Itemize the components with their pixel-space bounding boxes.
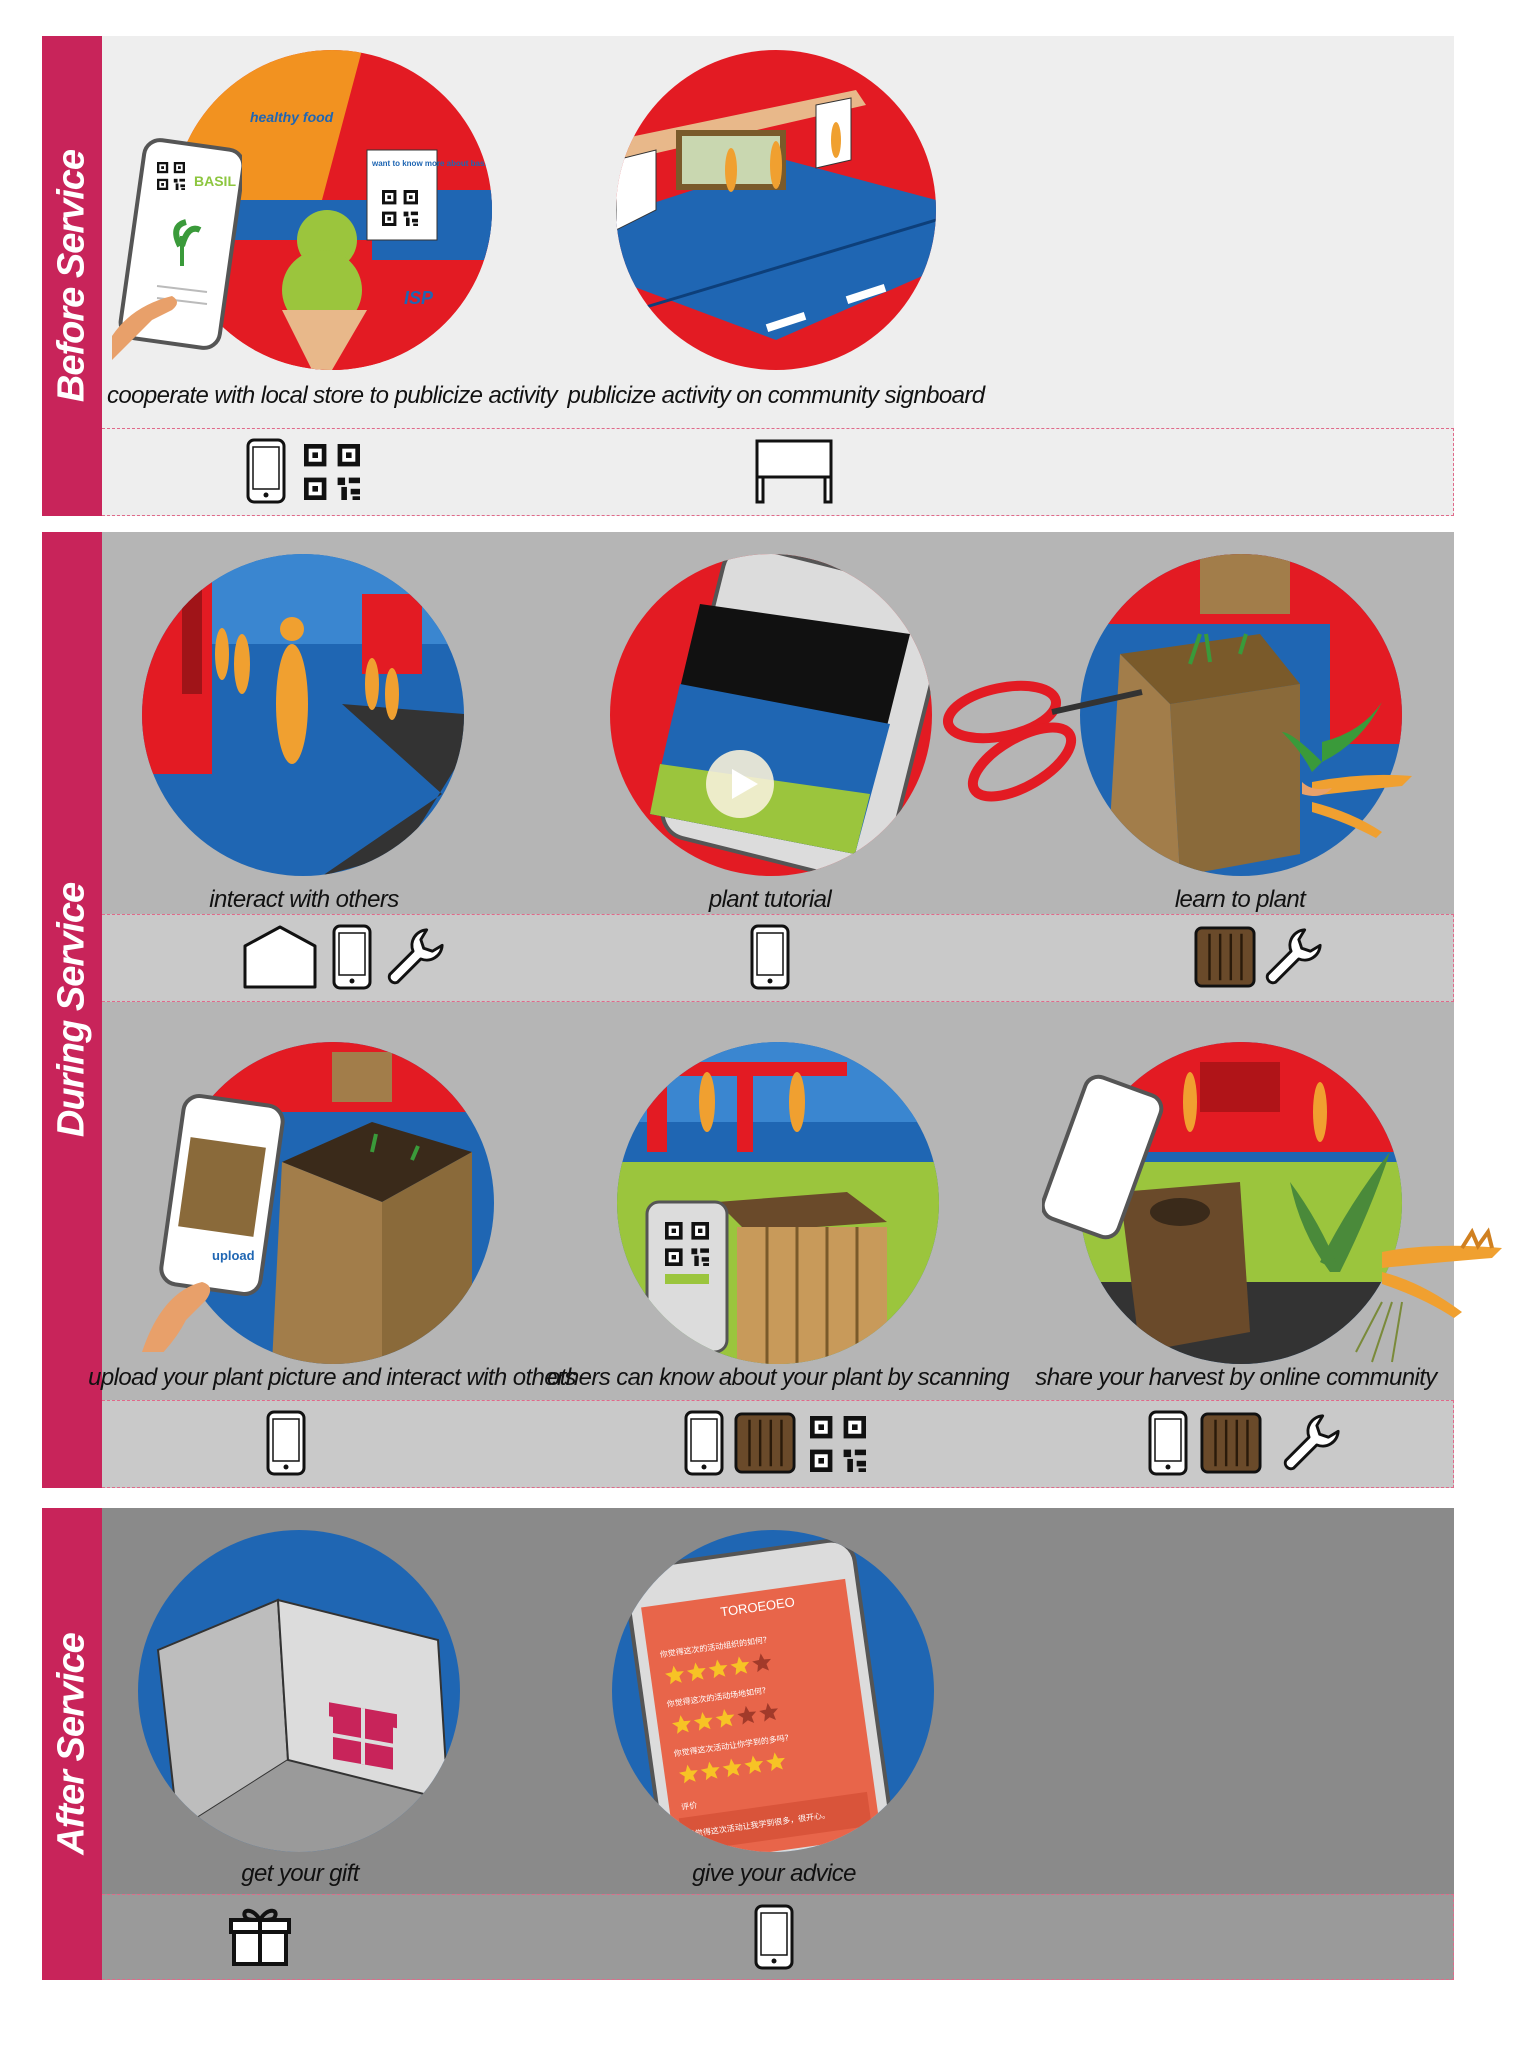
wrench-icon <box>384 926 446 988</box>
poster-text: want to know more about basil? <box>371 159 492 168</box>
during-service-section: During Service interact with others plan… <box>42 532 1502 1488</box>
wrench-icon <box>1262 926 1324 988</box>
scene-community-signboard <box>616 50 936 370</box>
scene-gift <box>138 1530 460 1852</box>
step-caption: publicize activity on community signboar… <box>567 382 986 409</box>
step-caption: upload your plant picture and interact w… <box>88 1364 576 1391</box>
step-caption: learn to plant <box>1174 886 1306 913</box>
stage-label: During Service <box>50 882 93 1138</box>
phone-label: BASIL <box>194 173 236 189</box>
planter-box-icon <box>734 1412 796 1474</box>
stage-bar: After Service <box>42 1508 102 1980</box>
before-service-section: Before Service healthy food want to know… <box>42 36 1454 516</box>
scene-plant-tutorial <box>610 554 932 876</box>
phone-upload-illustration: upload <box>142 1092 302 1352</box>
phone-icon <box>332 924 372 990</box>
planter-box-icon <box>1194 926 1256 988</box>
phone-and-carrots-illustration <box>1042 1072 1512 1372</box>
phone-icon <box>754 1904 794 1970</box>
step-caption: give your advice <box>692 1860 856 1887</box>
store-sign-text: ISP <box>404 288 434 308</box>
step-caption: interact with others <box>209 886 399 913</box>
upload-button-label: upload <box>212 1248 255 1263</box>
signboard-icon <box>754 438 834 504</box>
scene-advice-app: TOROEOEO 你觉得这次的活动组织的如何? 你觉得这次的活动场地如何? 你觉… <box>612 1530 934 1852</box>
phone-icon <box>1148 1410 1188 1476</box>
step-caption: get your gift <box>241 1860 359 1887</box>
after-service-section: After Service get your gift TOROEOEO 你觉得… <box>42 1508 1454 1980</box>
banner-text: healthy food <box>250 109 334 125</box>
phone-icon <box>750 924 790 990</box>
stage-bar: During Service <box>42 532 102 1488</box>
phone-icon <box>266 1410 306 1476</box>
scissors-and-herbs-illustration <box>942 652 1422 852</box>
phone-in-hand-illustration: BASIL <box>112 136 242 366</box>
scene-interact-with-others <box>142 554 464 876</box>
stage-label: Before Service <box>50 149 93 403</box>
stage-bar: Before Service <box>42 36 102 516</box>
planter-box-icon <box>1200 1412 1262 1474</box>
step-caption: cooperate with local store to publicize … <box>106 382 558 409</box>
phone-icon <box>684 1410 724 1476</box>
stage-label: After Service <box>50 1633 93 1855</box>
wrench-icon <box>1280 1412 1342 1474</box>
gift-icon <box>228 1904 292 1968</box>
phone-icon <box>246 438 286 504</box>
qr-code-icon <box>810 1416 866 1472</box>
house-icon <box>242 924 318 990</box>
step-caption: others can know about your plant by scan… <box>547 1364 1010 1391</box>
step-caption: plant tutorial <box>708 886 832 913</box>
qr-code-icon <box>304 444 360 500</box>
scene-scan-plant <box>617 1042 939 1364</box>
step-caption: share your harvest by online community <box>1035 1364 1437 1391</box>
